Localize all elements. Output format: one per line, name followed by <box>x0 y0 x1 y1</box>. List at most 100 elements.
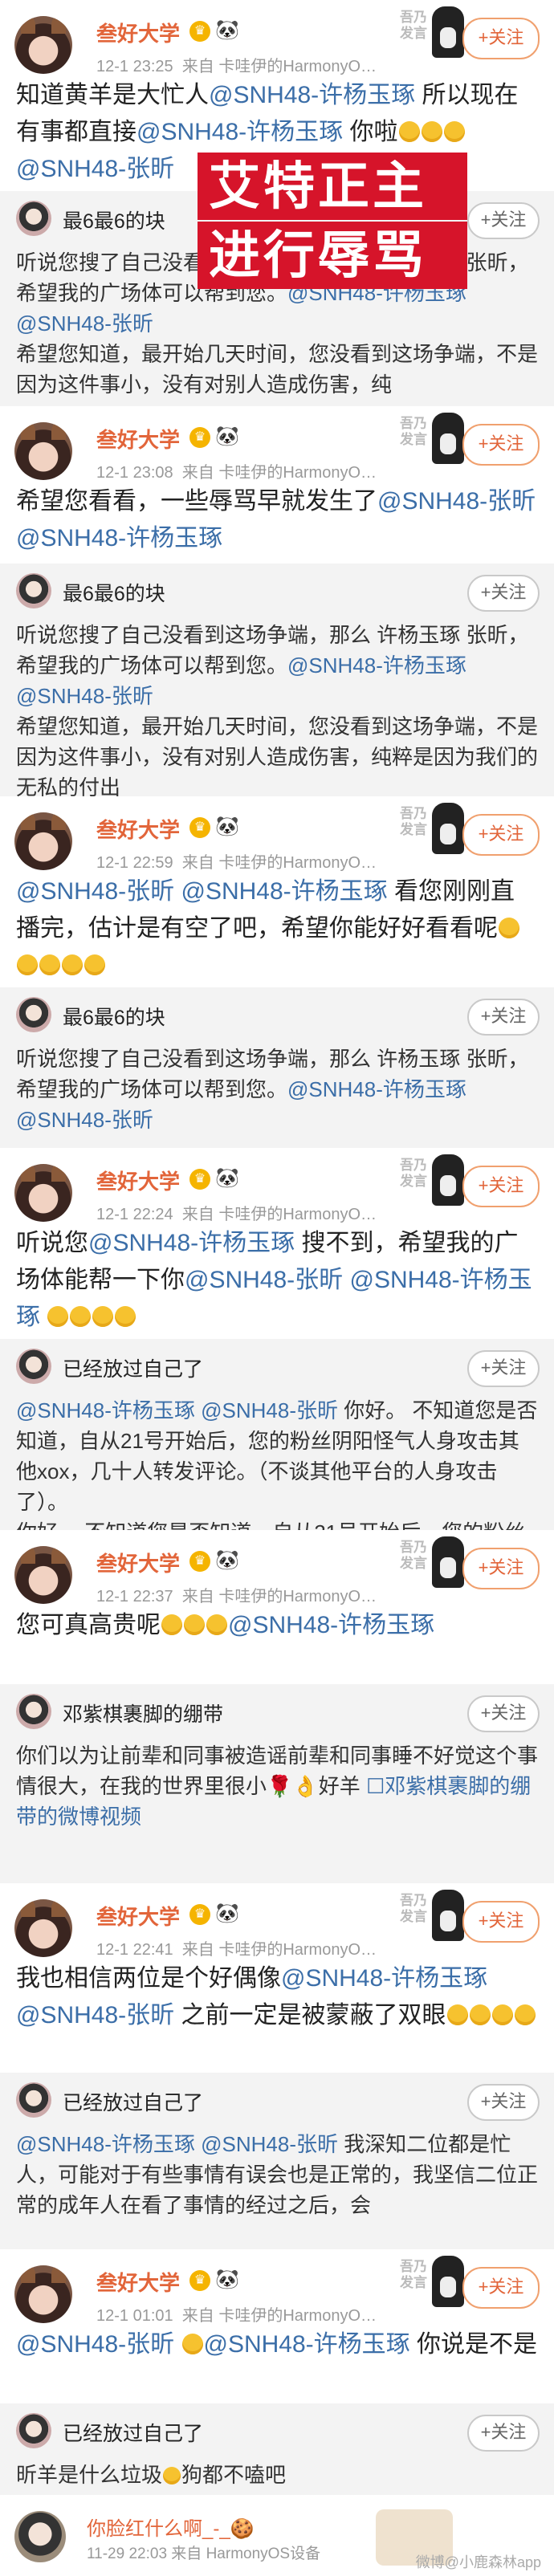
post-text: 你啦 <box>343 119 398 145</box>
post-meta: 12-1 22:41 来自 卡哇伊的HarmonyO… <box>96 1936 377 1959</box>
user-name[interactable]: 叁好大学 <box>96 814 180 844</box>
emoji-icon <box>17 954 38 975</box>
user-name[interactable]: 叁好大学 <box>96 1548 180 1577</box>
avatar[interactable] <box>14 16 72 74</box>
post-source: 来自 卡哇伊的HarmonyO… <box>181 58 377 75</box>
post-5: 叁好大学 ♛ 🐼 12-1 22:37 来自 卡哇伊的HarmonyO… 吾乃发言 +关注… <box>0 1530 554 1684</box>
crown-badge-icon: ♛ <box>189 21 210 42</box>
follow-button[interactable]: +关注 <box>462 1548 540 1589</box>
avatar[interactable] <box>14 422 72 480</box>
post-text: 希望您知道，最开始几天时间，您没看到这场争端，不是因为这件事小，没有对别人造成伤… <box>16 342 539 397</box>
mention-link[interactable]: @SNH48-许杨玉琢 <box>16 2132 195 2156</box>
follow-button[interactable]: +关注 <box>467 1350 540 1387</box>
avatar[interactable] <box>14 2265 72 2323</box>
follow-button[interactable]: +关注 <box>467 1695 540 1732</box>
mention-link[interactable]: @SNH48-许杨玉琢 <box>204 2331 410 2358</box>
quote-4: 已经放过自己了 +关注 @SNH48-许杨玉琢 @SNH48-张昕 你好。 不知道您… <box>0 1339 554 1530</box>
mention-link[interactable]: @SNH48-许杨玉琢 <box>281 1965 487 1992</box>
follow-button[interactable]: +关注 <box>462 2267 540 2309</box>
avatar[interactable] <box>16 573 51 608</box>
mention-link[interactable]: @SNH48-张昕 <box>16 878 174 905</box>
mention-link[interactable]: @SNH48-张昕 <box>16 684 153 708</box>
mention-link[interactable]: @SNH48-张昕 <box>201 2132 338 2156</box>
mention-link[interactable]: @SNH48-张昕 <box>16 2002 174 2029</box>
emoji-icon <box>161 1614 182 1635</box>
post-meta: 12-1 23:08 来自 卡哇伊的HarmonyO… <box>96 459 377 482</box>
follow-button[interactable]: +关注 <box>462 18 540 59</box>
follow-button[interactable]: +关注 <box>467 999 540 1036</box>
quoted-user-name[interactable]: 已经放过自己了 <box>63 1353 203 1382</box>
mention-link[interactable]: @SNH48-许杨玉琢 <box>209 82 415 108</box>
emoji-icon <box>70 1306 92 1327</box>
avatar[interactable] <box>14 2511 66 2562</box>
quote-5: 邓紫棋裹脚的绷带 +关注 你们以为让前辈和同事被造谣前辈和同事睡不好觉这个事情很大，… <box>0 1684 554 1883</box>
quoted-user-name[interactable]: 已经放过自己了 <box>63 2418 203 2447</box>
emoji-icon <box>491 2004 513 2025</box>
user-name[interactable]: 叁好大学 <box>96 1166 180 1195</box>
post-text: 希望您看看，一些辱骂早就发生了 <box>16 488 377 515</box>
follow-button[interactable]: +关注 <box>462 424 540 466</box>
post-meta: 12-1 01:01 来自 卡哇伊的HarmonyO… <box>96 2302 377 2326</box>
emoji-icon <box>499 918 519 938</box>
quoted-user-name[interactable]: 邓紫棋裹脚的绷带 <box>63 1699 223 1728</box>
mention-link[interactable]: @SNH48-许杨玉琢 <box>16 1398 195 1422</box>
avatar[interactable] <box>16 2082 51 2118</box>
mention-link[interactable]: @SNH48-张昕 <box>377 488 536 515</box>
post-text: 听说您 <box>16 1230 88 1256</box>
emoji-icon <box>206 1614 227 1635</box>
post-time: 12-1 23:25 <box>96 58 173 75</box>
quoted-user-name[interactable]: 最6最6的块 <box>63 206 165 234</box>
sticker-text: 吾乃发言 <box>400 806 427 837</box>
mention-link[interactable]: @SNH48-张昕 <box>16 1108 153 1132</box>
mention-link[interactable]: @SNH48-张昕 <box>16 311 153 336</box>
mention-link[interactable]: @SNH48-许杨玉琢 <box>228 1612 434 1638</box>
quoted-user-name[interactable]: 最6最6的块 <box>63 578 165 607</box>
follow-button[interactable]: +关注 <box>467 202 540 239</box>
mention-link[interactable]: @SNH48-许杨玉琢 <box>136 119 343 145</box>
post-time: 12-1 22:24 <box>96 1206 173 1223</box>
emoji-icon <box>398 121 420 142</box>
user-name[interactable]: 叁好大学 <box>96 2267 180 2297</box>
post-time: 12-1 22:59 <box>96 854 173 872</box>
avatar[interactable] <box>16 1349 51 1384</box>
post-body: 我也相信两位是个好偶像@SNH48-许杨玉琢 @SNH48-张昕 之前一定是被蒙蔽… <box>0 1960 554 2034</box>
panda-emoji-icon: 🐼 <box>215 1549 239 1571</box>
mention-link[interactable]: @SNH48-张昕 <box>16 156 174 182</box>
avatar[interactable] <box>14 1899 72 1957</box>
emoji-icon <box>47 1306 69 1327</box>
follow-button[interactable]: +关注 <box>462 1901 540 1943</box>
avatar[interactable] <box>16 997 51 1032</box>
follow-button[interactable]: +关注 <box>462 814 540 856</box>
quoted-user-name[interactable]: 最6最6的块 <box>63 1002 165 1031</box>
mention-link[interactable]: @SNH48-许杨玉琢 <box>181 878 388 905</box>
husky-sticker-icon: 吾乃发言 <box>400 803 464 864</box>
follow-button[interactable]: +关注 <box>467 2415 540 2452</box>
avatar[interactable] <box>14 1164 72 1222</box>
mention-link[interactable]: @SNH48-张昕 <box>185 1267 343 1293</box>
user-name[interactable]: 叁好大学 <box>96 424 180 454</box>
mention-link[interactable]: @SNH48-许杨玉琢 <box>287 653 466 678</box>
post-text: 你说是不是 <box>409 2331 537 2358</box>
mention-link[interactable]: @SNH48-许杨玉琢 <box>16 525 222 551</box>
post-source: 来自 卡哇伊的HarmonyO… <box>181 2307 377 2325</box>
mention-link[interactable]: @SNH48-张昕 <box>201 1398 338 1422</box>
post-text: 昕羊是什么垃圾 <box>16 2463 163 2487</box>
husky-sticker-icon: 吾乃发言 <box>400 413 464 474</box>
mention-link[interactable]: @SNH48-张昕 <box>16 2331 174 2358</box>
follow-button[interactable]: +关注 <box>467 2084 540 2121</box>
emoji-icon <box>84 954 105 975</box>
avatar[interactable] <box>14 812 72 870</box>
user-name[interactable]: 叁好大学 <box>96 1901 180 1931</box>
post-time: 12-1 22:37 <box>96 1588 173 1605</box>
avatar[interactable] <box>14 1546 72 1604</box>
user-name[interactable]: 叁好大学 <box>96 18 180 47</box>
footer-user-name[interactable]: 你脸红什么啊_-_🍪 <box>87 2513 255 2541</box>
mention-link[interactable]: @SNH48-许杨玉琢 <box>287 1077 466 1101</box>
avatar[interactable] <box>16 2413 51 2448</box>
follow-button[interactable]: +关注 <box>467 575 540 612</box>
avatar[interactable] <box>16 1694 51 1729</box>
follow-button[interactable]: +关注 <box>462 1166 540 1207</box>
quoted-user-name[interactable]: 已经放过自己了 <box>63 2087 203 2116</box>
mention-link[interactable]: @SNH48-许杨玉琢 <box>88 1230 295 1256</box>
avatar[interactable] <box>16 201 51 236</box>
